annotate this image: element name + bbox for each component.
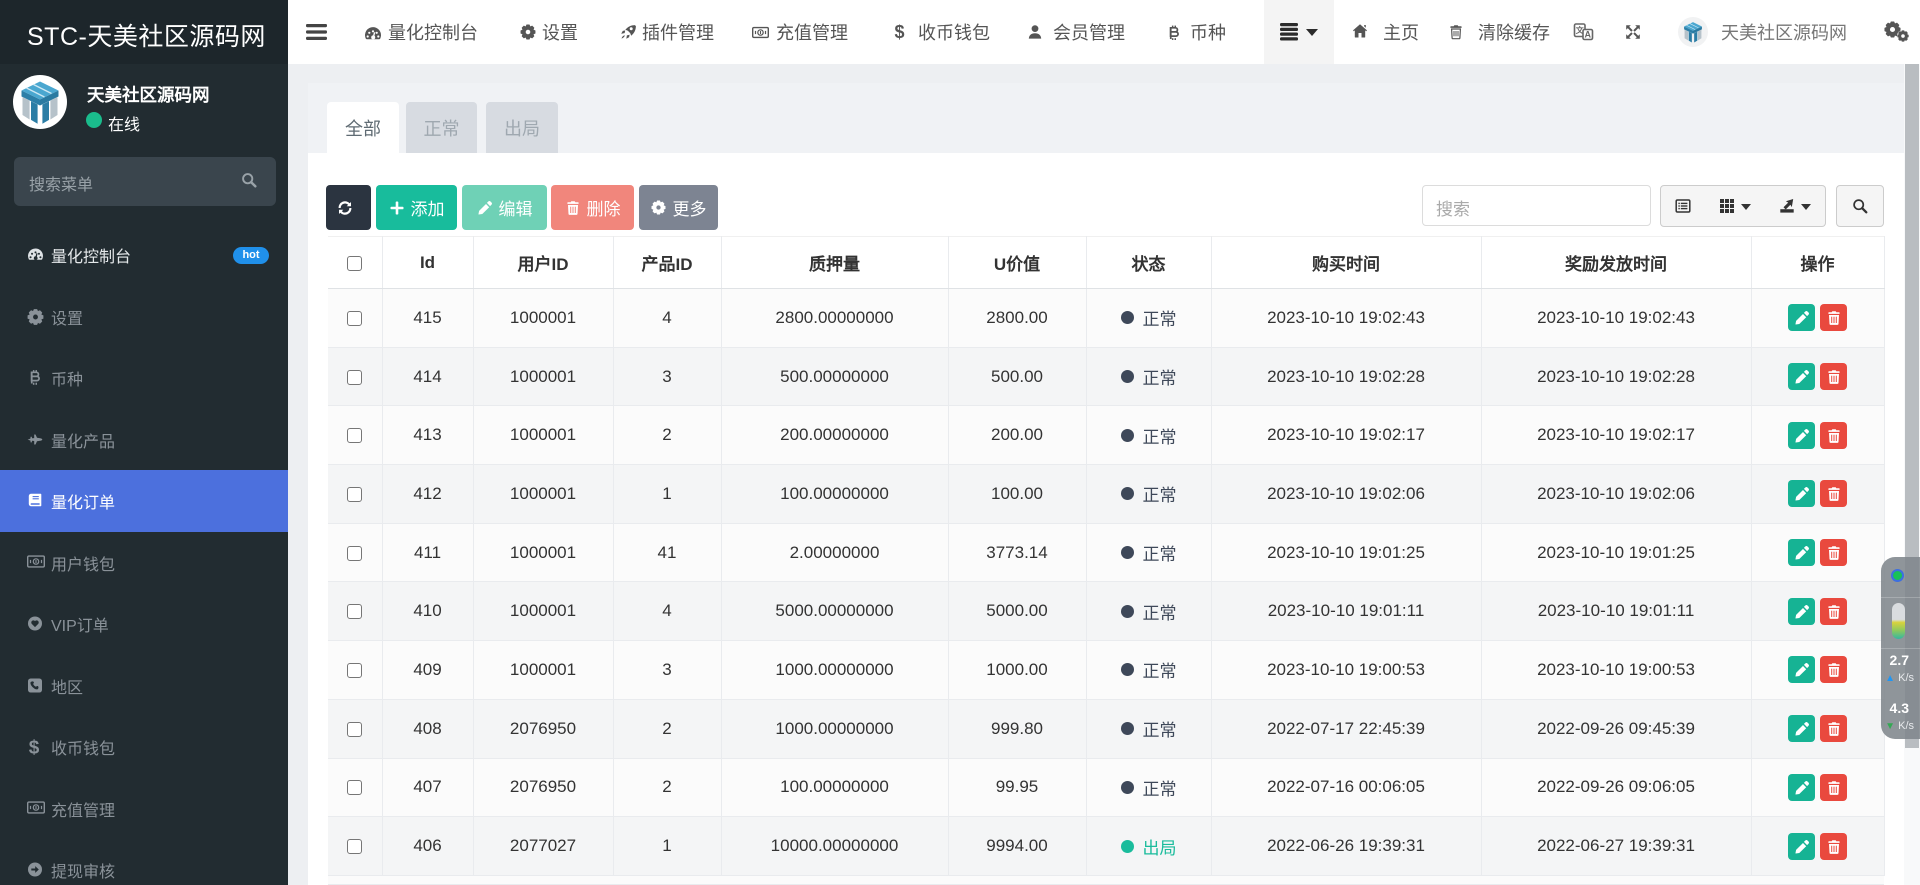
svg-text:A: A bbox=[1584, 29, 1591, 39]
